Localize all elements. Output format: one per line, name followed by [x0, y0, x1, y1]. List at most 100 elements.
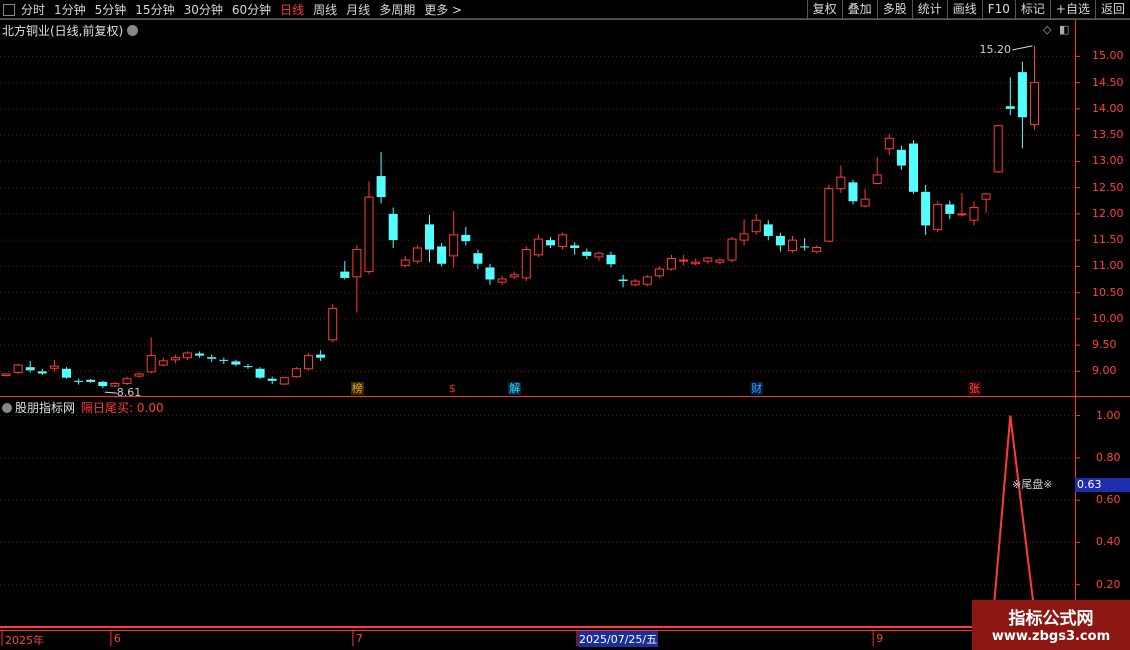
candle-70[interactable] — [848, 179, 858, 205]
candle-82[interactable] — [993, 124, 1003, 173]
candle-66[interactable] — [800, 238, 810, 251]
candle-3[interactable] — [37, 368, 47, 376]
candle-35[interactable] — [425, 214, 434, 263]
candle-14[interactable] — [170, 354, 180, 364]
candle-16[interactable] — [195, 351, 205, 358]
candle-65[interactable] — [788, 235, 797, 253]
price-tick-12: 9.00 — [1092, 364, 1117, 378]
candle-19[interactable] — [231, 359, 241, 367]
candle-21[interactable] — [255, 367, 265, 380]
candle-18[interactable] — [219, 357, 229, 365]
candle-48[interactable] — [582, 248, 592, 260]
event-marker-2[interactable]: 解 — [508, 382, 522, 395]
candle-body-11 — [134, 373, 144, 377]
candle-77[interactable] — [933, 201, 943, 233]
candle-5[interactable] — [62, 367, 71, 379]
kline-chart[interactable] — [0, 0, 1130, 650]
candle-8[interactable] — [98, 380, 108, 389]
candle-12[interactable] — [146, 337, 156, 374]
candle-40[interactable] — [485, 263, 495, 285]
candle-body-60 — [727, 238, 737, 261]
candle-59[interactable] — [715, 258, 725, 265]
candle-39[interactable] — [473, 249, 483, 269]
candle-71[interactable] — [860, 188, 870, 208]
candle-7[interactable] — [86, 378, 96, 383]
candle-body-72 — [872, 174, 882, 184]
price-tick-9: 10.50 — [1092, 285, 1124, 299]
candle-53[interactable] — [642, 274, 652, 287]
selected-date[interactable]: 2025/07/25/五 — [578, 631, 659, 647]
candle-11[interactable] — [134, 372, 144, 378]
candle-20[interactable] — [243, 364, 253, 369]
candle-28[interactable] — [340, 261, 350, 280]
candle-33[interactable] — [400, 255, 410, 268]
candle-83[interactable] — [1005, 77, 1015, 116]
candle-37[interactable] — [449, 211, 459, 268]
candle-22[interactable] — [267, 376, 277, 384]
price-tick-10: 10.00 — [1092, 311, 1124, 325]
candle-55[interactable] — [667, 254, 676, 271]
candle-80[interactable] — [969, 201, 979, 226]
candle-51[interactable] — [618, 274, 628, 288]
candle-68[interactable] — [824, 185, 834, 243]
candle-25[interactable] — [304, 353, 313, 371]
candle-78[interactable] — [945, 200, 955, 220]
event-marker-0[interactable]: 榜 — [350, 382, 364, 395]
candle-67[interactable] — [812, 245, 822, 254]
candle-body-16 — [195, 353, 205, 356]
candle-60[interactable] — [727, 236, 737, 263]
candle-46[interactable] — [558, 232, 568, 250]
candle-74[interactable] — [896, 145, 906, 170]
candle-43[interactable] — [521, 246, 531, 282]
candle-84[interactable] — [1017, 61, 1027, 149]
candle-body-23 — [279, 377, 289, 385]
candle-26[interactable] — [316, 350, 326, 361]
candle-61[interactable] — [739, 219, 749, 246]
candle-58[interactable] — [703, 256, 713, 264]
candle-62[interactable] — [751, 213, 761, 235]
candle-50[interactable] — [606, 251, 616, 268]
candle-64[interactable] — [775, 232, 785, 252]
date-label-3: 9 — [876, 632, 884, 645]
candle-57[interactable] — [691, 258, 701, 266]
candle-13[interactable] — [158, 357, 168, 367]
event-marker-3[interactable]: 财 — [750, 382, 764, 395]
candle-15[interactable] — [183, 351, 192, 360]
candle-0[interactable] — [1, 373, 11, 377]
candle-27[interactable] — [328, 304, 338, 342]
candle-36[interactable] — [437, 242, 447, 267]
candle-47[interactable] — [570, 242, 580, 255]
candle-41[interactable] — [497, 275, 507, 285]
candle-24[interactable] — [291, 367, 301, 378]
candle-52[interactable] — [630, 278, 640, 287]
candle-17[interactable] — [207, 354, 217, 362]
candle-73[interactable] — [884, 134, 894, 156]
candle-49[interactable] — [594, 251, 604, 262]
candle-29[interactable] — [352, 245, 362, 313]
candle-75[interactable] — [909, 140, 918, 194]
candle-23[interactable] — [279, 376, 289, 386]
candle-34[interactable] — [412, 245, 422, 264]
candle-56[interactable] — [679, 254, 689, 266]
candle-44[interactable] — [533, 234, 543, 257]
candle-54[interactable] — [654, 266, 664, 278]
candle-42[interactable] — [509, 271, 519, 279]
candle-76[interactable] — [921, 185, 931, 235]
candle-45[interactable] — [546, 236, 555, 248]
event-marker-4[interactable]: 张 — [968, 382, 981, 395]
candle-81[interactable] — [981, 192, 991, 213]
candle-6[interactable] — [74, 378, 84, 385]
candle-4[interactable] — [49, 359, 59, 372]
event-marker-1[interactable]: $ — [447, 382, 457, 395]
candle-38[interactable] — [461, 227, 471, 246]
candle-69[interactable] — [836, 165, 846, 193]
candle-63[interactable] — [763, 220, 773, 241]
candle-10[interactable] — [122, 376, 132, 386]
low-price-label: 8.61 — [116, 386, 142, 400]
candle-30[interactable] — [364, 181, 374, 275]
candle-85[interactable] — [1030, 45, 1039, 130]
candle-1[interactable] — [13, 363, 23, 375]
candle-79[interactable] — [957, 192, 967, 217]
candle-31[interactable] — [376, 151, 386, 204]
candle-2[interactable] — [25, 360, 35, 373]
